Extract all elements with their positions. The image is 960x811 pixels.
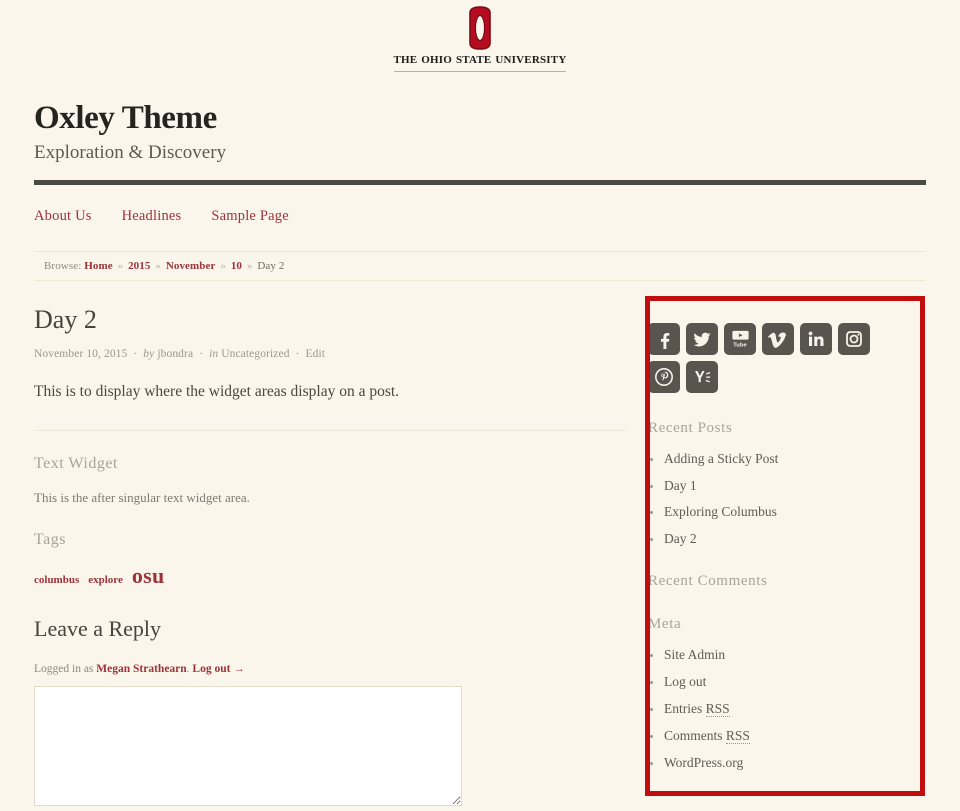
meta-separator: · — [133, 347, 138, 360]
post-author[interactable]: jbondra — [157, 348, 193, 360]
recent-posts-title: Recent Posts — [648, 419, 733, 436]
breadcrumb: Browse: Home » 2015 » November » 10 » Da… — [34, 250, 926, 281]
instagram-icon[interactable] — [838, 322, 870, 355]
recent-comments-title: Recent Comments — [648, 573, 768, 590]
breadcrumb-item-2015[interactable]: 2015 — [128, 260, 150, 272]
list-item[interactable]: Day 2 — [648, 531, 926, 547]
logged-in-notice: Logged in as Megan Strathearn. Log out → — [34, 663, 626, 675]
tag-columbus[interactable]: columbus — [34, 575, 79, 586]
comment-textarea[interactable] — [34, 686, 462, 807]
content-divider — [34, 429, 626, 431]
text-widget-title: Text Widget — [34, 454, 118, 472]
meta-link-log-out[interactable]: Log out — [664, 674, 706, 689]
recent-post-link[interactable]: Day 1 — [664, 478, 697, 493]
breadcrumb-separator: » — [155, 259, 161, 272]
site-title[interactable]: Oxley Theme — [34, 100, 926, 137]
pinterest-icon[interactable] — [648, 360, 680, 393]
post-category[interactable]: Uncategorized — [221, 348, 289, 360]
linkedin-icon[interactable] — [800, 322, 832, 355]
post-date: November 10, 2015 — [34, 347, 128, 360]
breadcrumb-item-november[interactable]: November — [166, 260, 216, 272]
list-item[interactable]: Entries RSS — [648, 700, 926, 717]
osu-block-o-icon — [465, 6, 495, 50]
site-tagline: Exploration & Discovery — [34, 141, 227, 163]
osu-wordmark: The Ohio State University — [393, 51, 567, 72]
list-item[interactable]: Log out — [648, 674, 926, 690]
meta-link-comments-rss[interactable]: Comments RSS — [664, 727, 750, 744]
breadcrumb-separator: » — [117, 259, 124, 272]
post-in-label: in — [209, 347, 219, 360]
list-item[interactable]: Exploring Columbus — [648, 505, 926, 520]
meta-link-text: Comments — [664, 727, 726, 743]
osu-masthead: The Ohio State University — [0, 0, 960, 78]
meta-link-site-admin[interactable]: Site Admin — [664, 647, 725, 662]
current-user-link[interactable]: Megan Strathearn — [96, 663, 186, 675]
post-edit-link[interactable]: Edit — [305, 348, 325, 360]
main-content: Day 2 November 10, 2015 · by jbondra · i… — [34, 305, 626, 811]
post-title: Day 2 — [34, 304, 97, 334]
page-columns: Day 2 November 10, 2015 · by jbondra · i… — [34, 305, 926, 811]
logged-in-period: . — [186, 663, 190, 676]
meta-title: Meta — [648, 616, 682, 633]
meta-link-text: Entries — [664, 700, 706, 716]
breadcrumb-label: Browse: — [44, 259, 82, 272]
page-wrapper: Oxley Theme Exploration & Discovery Abou… — [34, 100, 926, 811]
twitter-icon[interactable] — [686, 322, 718, 355]
osu-logo-lockup[interactable]: The Ohio State University — [0, 6, 960, 72]
post-by-label: by — [143, 347, 155, 360]
meta-link-entries-rss[interactable]: Entries RSS — [664, 700, 730, 717]
tag-osu[interactable]: osu — [132, 565, 165, 587]
recent-posts-list: Adding a Sticky Post Day 1 Exploring Col… — [648, 451, 926, 547]
list-item[interactable]: Comments RSS — [648, 727, 926, 744]
breadcrumb-item-10[interactable]: 10 — [231, 260, 242, 272]
breadcrumb-separator: » — [220, 259, 226, 272]
post-meta: November 10, 2015 · by jbondra · in Unca… — [34, 348, 626, 360]
list-item[interactable]: WordPress.org — [648, 755, 926, 771]
breadcrumb-item-home[interactable]: Home — [84, 260, 113, 272]
yammer-icon[interactable] — [686, 360, 718, 393]
meta-list: Site Admin Log out Entries RSS Comments … — [648, 647, 926, 771]
vimeo-icon[interactable] — [762, 322, 794, 355]
meta-link-wordpress-org[interactable]: WordPress.org — [664, 755, 743, 770]
breadcrumb-item-current: Day 2 — [257, 259, 285, 272]
recent-post-link[interactable]: Exploring Columbus — [664, 504, 777, 520]
post-body: This is to display where the widget area… — [34, 382, 400, 400]
meta-separator: · — [295, 347, 300, 360]
list-item[interactable]: Site Admin — [648, 647, 926, 663]
social-links-widget: Tube — [648, 322, 894, 393]
header-divider — [34, 179, 926, 185]
meta-separator: · — [199, 347, 204, 360]
youtube-icon[interactable]: Tube — [724, 322, 756, 355]
tags-widget-title: Tags — [34, 531, 66, 549]
nav-item-about-us[interactable]: About Us — [34, 208, 92, 225]
rss-abbr: RSS — [705, 700, 730, 717]
list-item[interactable]: Day 1 — [648, 478, 926, 494]
nav-item-sample-page[interactable]: Sample Page — [211, 208, 289, 225]
tag-explore[interactable]: explore — [88, 575, 123, 586]
recent-post-link[interactable]: Adding a Sticky Post — [664, 451, 778, 466]
recent-post-link[interactable]: Day 2 — [664, 531, 697, 546]
sidebar-column: Tube Recent Posts Adding a Sticky Post D… — [626, 305, 926, 811]
nav-item-headlines[interactable]: Headlines — [122, 208, 182, 225]
breadcrumb-separator: » — [246, 259, 253, 272]
svg-text:Tube: Tube — [733, 343, 747, 349]
facebook-icon[interactable] — [648, 322, 680, 355]
tag-cloud: columbus explore osu — [34, 565, 626, 587]
logged-in-prefix: Logged in as — [34, 663, 94, 676]
list-item[interactable]: Adding a Sticky Post — [648, 451, 926, 467]
text-widget-body: This is the after singular text widget a… — [34, 489, 250, 505]
leave-a-reply-title: Leave a Reply — [34, 616, 162, 642]
log-out-link[interactable]: Log out → — [192, 663, 244, 675]
primary-navigation: About Us Headlines Sample Page — [34, 208, 926, 225]
sidebar: Tube Recent Posts Adding a Sticky Post D… — [626, 305, 926, 771]
rss-abbr: RSS — [725, 727, 750, 744]
